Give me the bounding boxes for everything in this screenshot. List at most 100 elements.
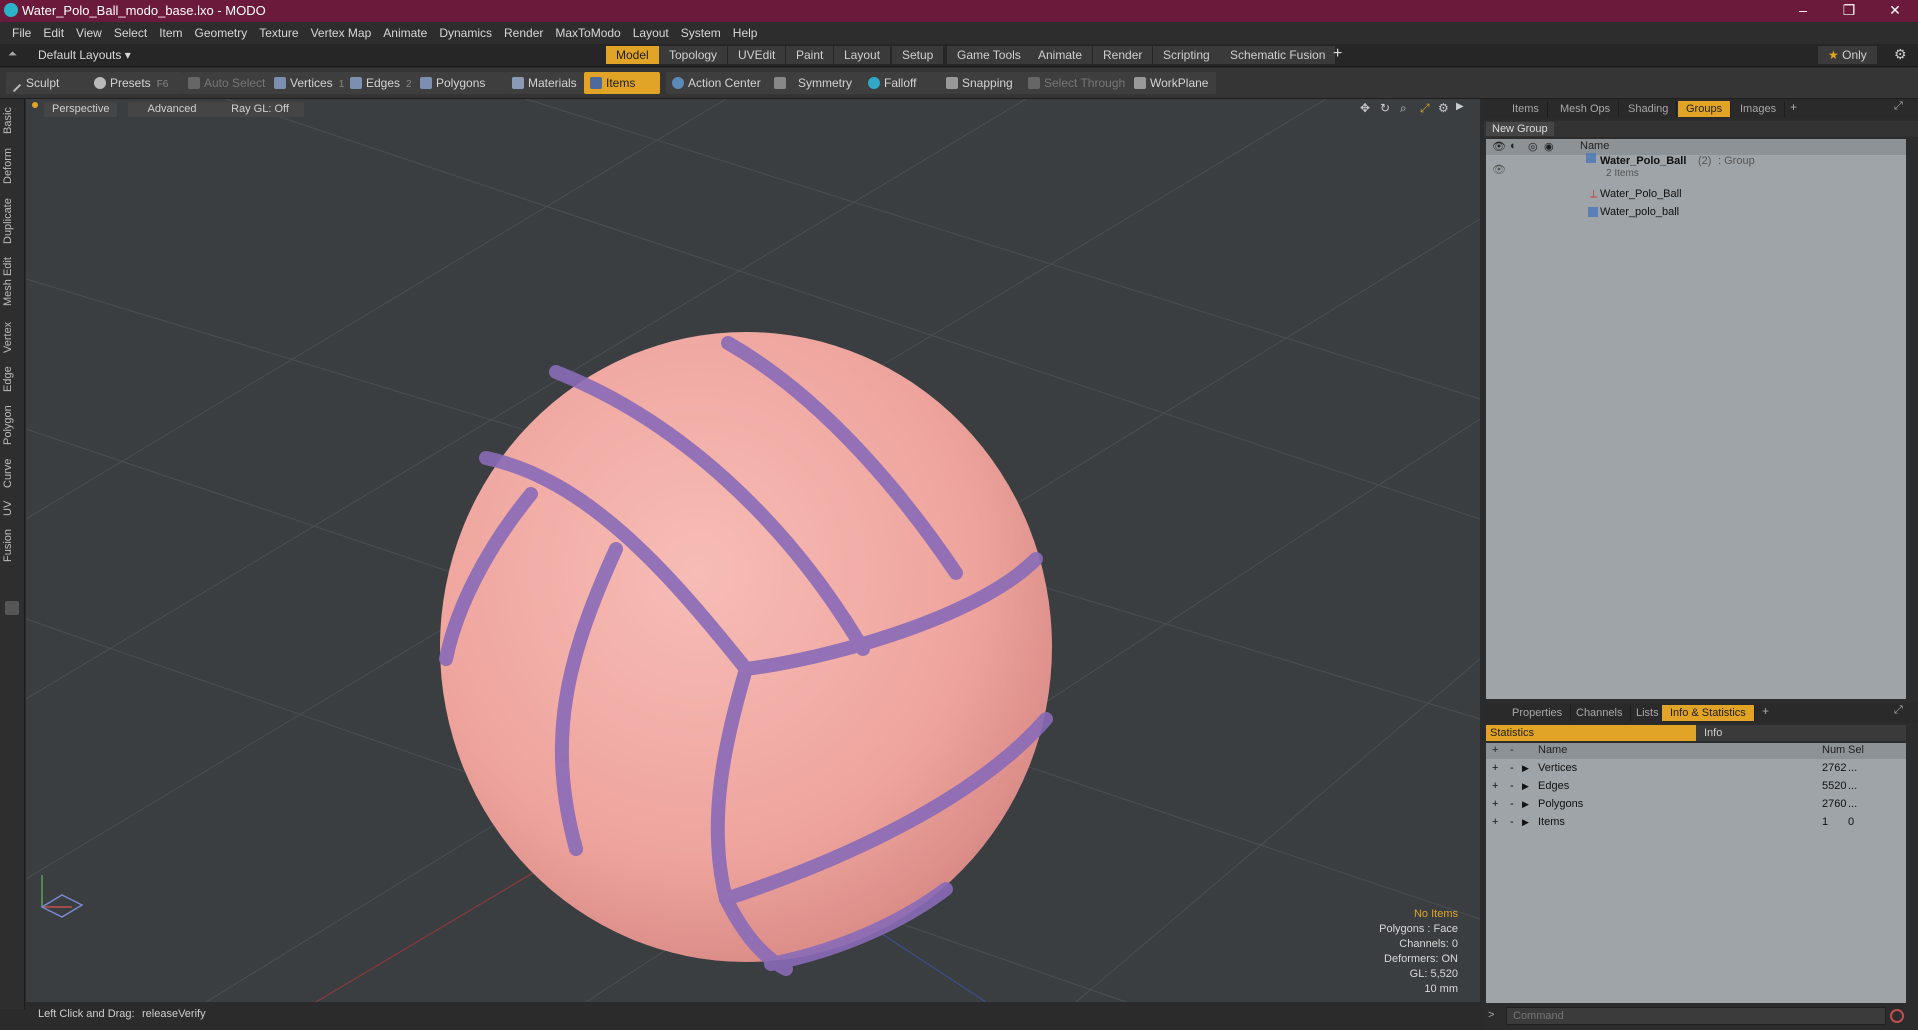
tab-uvedit[interactable]: UVEdit — [728, 46, 787, 64]
render-col-icon[interactable]: ◎ — [1528, 140, 1538, 153]
snapping-button[interactable]: Snapping — [940, 72, 1028, 94]
close-button[interactable]: ✕ — [1872, 0, 1918, 22]
panel-toggle-icon[interactable] — [5, 601, 19, 615]
layout-dropdown[interactable]: Default Layouts ▾ — [38, 48, 131, 62]
expand-panel-icon[interactable]: ⤢ — [1894, 100, 1903, 113]
move-view-icon[interactable]: ✥ — [1360, 101, 1370, 115]
rotate-view-icon[interactable]: ↻ — [1380, 101, 1390, 115]
menu-layout[interactable]: Layout — [633, 26, 669, 40]
tab-topology[interactable]: Topology — [659, 46, 729, 64]
menu-animate[interactable]: Animate — [383, 26, 427, 40]
select-through-button[interactable]: Select Through — [1022, 72, 1134, 94]
viewport-menu-icon[interactable] — [32, 102, 38, 108]
maximize-button[interactable]: ❐ — [1826, 0, 1872, 22]
add-icon[interactable]: + — [1492, 813, 1498, 831]
vtab-deform[interactable]: Deform — [2, 145, 22, 187]
vtab-curve[interactable]: Curve — [2, 455, 22, 491]
viewport-settings-icon[interactable]: ⚙ — [1438, 101, 1449, 115]
tab-info-statistics[interactable]: Info & Statistics — [1662, 705, 1755, 721]
vtab-polygon[interactable]: Polygon — [2, 401, 22, 449]
materials-button[interactable]: Materials — [506, 72, 590, 94]
3d-viewport[interactable] — [26, 99, 1480, 1002]
tab-properties[interactable]: Properties — [1504, 705, 1572, 721]
vtab-mesh-edit[interactable]: Mesh Edit — [2, 255, 22, 309]
tab-items[interactable]: Items — [1504, 101, 1548, 117]
add-icon[interactable]: + — [1492, 795, 1498, 813]
gear-icon[interactable]: ⚙ — [1894, 46, 1907, 63]
lock-col-icon[interactable]: ◐ — [1510, 140, 1517, 152]
stats-row-polygons[interactable]: + - ▶ Polygons 2760 ... — [1486, 795, 1906, 813]
tab-shading[interactable]: Shading — [1620, 101, 1678, 117]
tab-render[interactable]: Render — [1093, 46, 1154, 64]
stats-row-vertices[interactable]: + - ▶ Vertices 2762 ... — [1486, 759, 1906, 777]
select-col-icon[interactable]: ◉ — [1544, 140, 1554, 153]
tab-game-tools[interactable]: Game Tools — [947, 46, 1032, 64]
menu-maxtomodo[interactable]: MaxToModo — [555, 26, 620, 40]
tab-mesh-ops[interactable]: Mesh Ops — [1552, 101, 1620, 117]
group-child-row[interactable]: ⟂ Water_Polo_Ball — [1486, 185, 1906, 203]
menu-texture[interactable]: Texture — [259, 26, 298, 40]
stats-row-edges[interactable]: + - ▶ Edges 5520 ... — [1486, 777, 1906, 795]
vtab-fusion[interactable]: Fusion — [2, 525, 22, 565]
menu-file[interactable]: File — [12, 26, 31, 40]
zoom-view-icon[interactable]: ⌕ — [1400, 101, 1407, 116]
group-child-row[interactable]: Water_polo_ball — [1486, 203, 1906, 221]
menu-view[interactable]: View — [76, 26, 102, 40]
menu-vertex-map[interactable]: Vertex Map — [311, 26, 372, 40]
tab-schematic-fusion[interactable]: Schematic Fusion — [1220, 46, 1337, 64]
expand-arrow-icon[interactable]: ▶ — [1522, 777, 1529, 795]
tab-animate[interactable]: Animate — [1028, 46, 1094, 64]
layout-collapse-icon[interactable]: ⏶ — [8, 48, 17, 61]
tab-layout[interactable]: Layout — [834, 46, 892, 64]
remove-icon[interactable]: - — [1510, 813, 1514, 831]
subtab-statistics[interactable]: Statistics — [1486, 725, 1696, 741]
subtab-info[interactable]: Info — [1700, 725, 1722, 741]
add-tab-icon[interactable]: + — [1790, 100, 1797, 114]
falloff-button[interactable]: Falloff — [862, 72, 950, 94]
menu-help[interactable]: Help — [733, 26, 758, 40]
auto-select-button[interactable]: Auto Select — [182, 72, 274, 94]
stats-row-items[interactable]: + - ▶ Items 1 0 — [1486, 813, 1906, 831]
menu-system[interactable]: System — [681, 26, 721, 40]
expand-all-icon[interactable]: + — [1492, 744, 1498, 756]
groups-list[interactable]: 👁 ◐ ◎ ◉ Name 👁 Water_Polo_Ball (2) : Gro… — [1486, 139, 1906, 699]
tab-model[interactable]: Model — [606, 46, 660, 64]
menu-render[interactable]: Render — [504, 26, 543, 40]
new-group-button[interactable]: New Group — [1486, 122, 1554, 136]
tab-paint[interactable]: Paint — [786, 46, 835, 64]
edges-button[interactable]: Edges 2 — [344, 72, 422, 94]
tab-setup[interactable]: Setup — [892, 46, 945, 64]
menu-item[interactable]: Item — [159, 26, 182, 40]
expand-panel-icon[interactable]: ⤢ — [1894, 704, 1903, 717]
workplane-button[interactable]: WorkPlane — [1128, 72, 1216, 94]
tab-channels[interactable]: Channels — [1568, 705, 1632, 721]
vtab-edge[interactable]: Edge — [2, 363, 22, 395]
stats-name-header[interactable]: Name — [1538, 744, 1567, 756]
tab-images[interactable]: Images — [1732, 101, 1786, 117]
vertices-button[interactable]: Vertices 1 — [268, 72, 352, 94]
menu-edit[interactable]: Edit — [43, 26, 64, 40]
expand-arrow-icon[interactable]: ▶ — [1522, 795, 1529, 813]
menu-geometry[interactable]: Geometry — [195, 26, 248, 40]
shading-advanced-button[interactable]: Advanced — [128, 102, 216, 117]
tab-groups[interactable]: Groups — [1678, 101, 1732, 117]
remove-icon[interactable]: - — [1510, 759, 1514, 777]
polygons-button[interactable]: Polygons — [414, 72, 506, 94]
minimize-button[interactable]: – — [1780, 0, 1826, 22]
vtab-basic[interactable]: Basic — [2, 105, 22, 137]
sculpt-button[interactable]: Sculpt — [6, 72, 96, 94]
remove-icon[interactable]: - — [1510, 795, 1514, 813]
menu-dynamics[interactable]: Dynamics — [439, 26, 492, 40]
visibility-icon[interactable]: 👁 — [1492, 161, 1506, 179]
tab-scripting[interactable]: Scripting — [1153, 46, 1221, 64]
command-input[interactable] — [1506, 1007, 1886, 1025]
fit-view-icon[interactable]: ⤢ — [1420, 101, 1430, 116]
only-toggle[interactable]: ★ Only — [1818, 46, 1878, 64]
action-center-button[interactable]: Action Center — [666, 72, 772, 94]
menu-select[interactable]: Select — [114, 26, 147, 40]
remove-icon[interactable]: - — [1510, 777, 1514, 795]
collapse-all-icon[interactable]: - — [1510, 744, 1514, 756]
vtab-uv[interactable]: UV — [2, 497, 22, 519]
vtab-vertex[interactable]: Vertex — [2, 317, 22, 357]
add-tab-icon[interactable]: + — [1762, 704, 1769, 718]
